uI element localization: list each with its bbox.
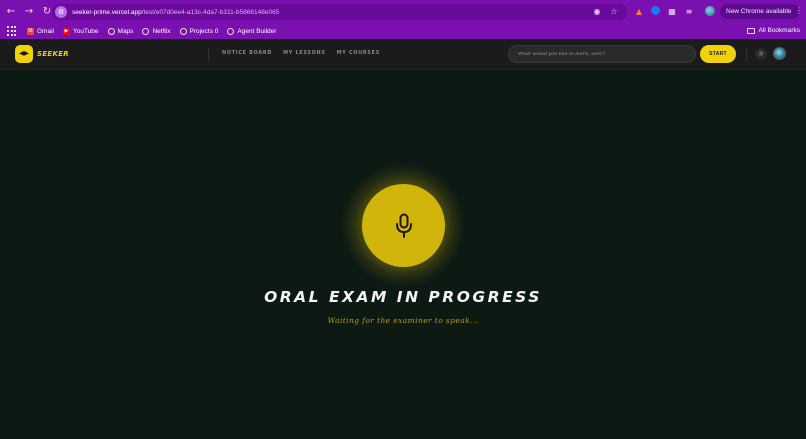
nav-divider <box>208 48 209 61</box>
address-bar[interactable]: ⚙ seeker-prime.vercel.app/test/e07d0ee4-… <box>52 4 627 20</box>
eye-off-icon[interactable]: ◉ <box>592 6 602 16</box>
url-host: seeker-prime.vercel.app <box>72 8 142 16</box>
folder-icon <box>747 27 756 34</box>
forward-arrow-icon[interactable]: → <box>22 5 36 19</box>
search-box[interactable] <box>508 45 696 63</box>
more-menu-icon[interactable]: ⋮ <box>795 6 803 15</box>
gmail-icon: M <box>27 27 34 35</box>
browser-profile-avatar[interactable] <box>705 6 715 16</box>
youtube-icon: ▶ <box>62 27 70 35</box>
back-arrow-icon[interactable]: ← <box>4 5 18 19</box>
theme-toggle-sun-icon[interactable]: ☼ <box>755 48 767 60</box>
top-nav: NOTICE BOARD MY LESSONS MY COURSES <box>222 51 380 56</box>
logo-graduation-cap-icon[interactable] <box>15 45 33 63</box>
bookmark-agent-builder[interactable]: Agent Builder <box>227 27 277 35</box>
mic-button[interactable] <box>362 184 445 267</box>
bookmark-maps[interactable]: Maps <box>107 27 134 35</box>
all-bookmarks-label: All Bookmarks <box>758 27 800 34</box>
bookmark-label: Maps <box>117 27 134 35</box>
user-avatar[interactable] <box>773 47 786 60</box>
bookmark-youtube[interactable]: ▶ YouTube <box>62 27 99 35</box>
page-title: ORAL EXAM IN PROGRESS <box>264 288 542 306</box>
bookmark-label: YouTube <box>72 27 99 35</box>
microphone-icon <box>395 213 412 238</box>
globe-icon <box>142 27 150 35</box>
bookmark-label: Netflix <box>152 27 171 35</box>
nav-my-courses[interactable]: MY COURSES <box>337 51 380 56</box>
extension-blue-icon[interactable] <box>651 6 660 15</box>
url-path: /test/e07d0ee4-a13c-4da7-b311-b5866148e0… <box>141 8 280 16</box>
globe-icon <box>179 27 187 35</box>
app-header: SEEKER NOTICE BOARD MY LESSONS MY COURSE… <box>0 39 806 70</box>
nav-notice-board[interactable]: NOTICE BOARD <box>222 51 272 56</box>
bookmark-netflix[interactable]: Netflix <box>142 27 171 35</box>
all-bookmarks-button[interactable]: All Bookmarks <box>747 27 800 34</box>
search-input[interactable] <box>518 51 688 57</box>
site-info-icon[interactable]: ⚙ <box>55 6 67 18</box>
browser-toolbar: ← → ↻ ⚙ seeker-prime.vercel.app/test/e07… <box>0 0 806 23</box>
globe-icon <box>107 27 115 35</box>
bookmark-label: Gmail <box>37 27 54 35</box>
logo-text[interactable]: SEEKER <box>37 50 69 58</box>
start-button[interactable]: START <box>700 45 736 63</box>
status-subtitle: Waiting for the examiner to speak... <box>327 316 479 325</box>
extensions-puzzle-icon[interactable]: ▦ <box>667 6 677 16</box>
extension-fox-icon[interactable]: ▲ <box>634 6 644 16</box>
apps-grid-icon[interactable] <box>7 26 17 36</box>
nav-my-lessons[interactable]: MY LESSONS <box>283 51 326 56</box>
bookmarks-bar: M Gmail ▶ YouTube Maps Netflix Projects … <box>0 23 806 39</box>
bookmark-gmail[interactable]: M Gmail <box>27 27 54 35</box>
update-chrome-button[interactable]: New Chrome available <box>720 4 800 19</box>
side-panel-icon[interactable]: ≡ <box>684 6 694 16</box>
bookmark-projects[interactable]: Projects 0 <box>179 27 219 35</box>
star-icon[interactable]: ☆ <box>609 6 619 16</box>
bookmark-label: Projects 0 <box>189 27 219 35</box>
bookmark-label: Agent Builder <box>237 27 277 35</box>
header-divider <box>746 48 747 61</box>
globe-icon <box>227 27 235 35</box>
